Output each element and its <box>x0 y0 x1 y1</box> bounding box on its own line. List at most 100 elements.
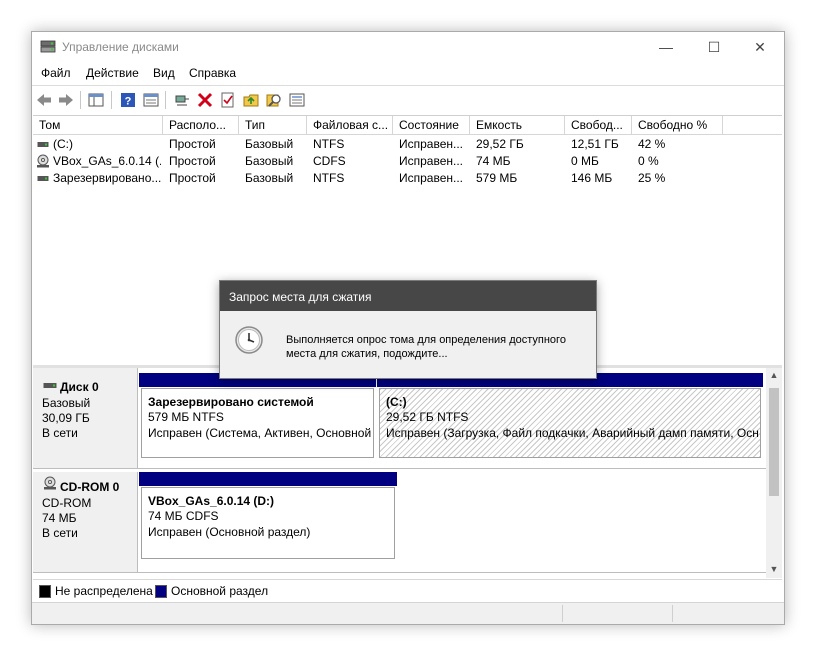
title-bar[interactable]: Управление дисками — ☐ ✕ <box>32 32 784 62</box>
cell-status: Исправен... <box>399 154 464 168</box>
legend-swatch-unallocated <box>39 585 51 598</box>
open-folder-icon[interactable] <box>243 92 259 108</box>
disk-label-cdrom-0[interactable]: CD-ROM 0 CD-ROM 74 МБ В сети <box>33 472 138 572</box>
close-button[interactable]: ✕ <box>738 36 782 58</box>
svg-text:?: ? <box>125 96 132 108</box>
status-divider <box>562 605 563 622</box>
partition-status: Исправен (Загрузка, Файл подкачки, Авари… <box>386 426 759 440</box>
partition-name: Зарезервировано системой <box>148 395 314 409</box>
status-bar <box>32 602 784 624</box>
partition-box-selected: (C:) 29,52 ГБ NTFS Исправен (Загрузка, Ф… <box>379 388 761 458</box>
toolbar: ? <box>32 85 784 114</box>
menu-action[interactable]: Действие <box>86 66 139 80</box>
disk-type: Базовый <box>42 396 91 410</box>
column-header-type[interactable]: Тип <box>239 116 307 135</box>
console-tree-icon[interactable] <box>88 92 104 108</box>
drive-icon <box>37 142 49 147</box>
shrink-query-dialog: Запрос места для сжатия Выполняется опро… <box>219 280 597 379</box>
cell-capacity: 579 МБ <box>476 171 518 185</box>
scroll-down-icon[interactable]: ▼ <box>769 564 779 574</box>
help-icon[interactable]: ? <box>120 92 136 108</box>
column-header-capacity[interactable]: Емкость <box>470 116 565 135</box>
table-row[interactable]: Зарезервировано... Простой Базовый NTFS … <box>33 170 782 187</box>
cell-type: Базовый <box>245 137 294 151</box>
cell-volume: (C:) <box>53 137 73 151</box>
disk-management-app-icon <box>40 40 56 53</box>
cd-drive-icon <box>44 476 56 490</box>
disk-row-disk-0: Диск 0 Базовый 30,09 ГБ В сети Зарезерви… <box>33 368 766 469</box>
legend-label-unallocated: Не распределена <box>55 584 153 598</box>
disk-label-disk-0[interactable]: Диск 0 Базовый 30,09 ГБ В сети <box>33 368 138 468</box>
cell-free-percent: 25 % <box>638 171 666 185</box>
delete-icon[interactable] <box>197 92 213 108</box>
legend-label-primary: Основной раздел <box>171 584 269 598</box>
cell-filesystem: CDFS <box>313 154 346 168</box>
partition-size-fs: 29,52 ГБ NTFS <box>386 410 469 424</box>
partition-status: Исправен (Основной раздел) <box>148 525 311 539</box>
cell-volume: VBox_GAs_6.0.14 (... <box>53 154 161 168</box>
cell-layout: Простой <box>169 137 216 151</box>
disk-status: В сети <box>42 426 78 440</box>
partition-name: (C:) <box>386 395 407 409</box>
window-title: Управление дисками <box>62 40 179 54</box>
disk-size: 30,09 ГБ <box>42 411 90 425</box>
cell-volume: Зарезервировано... <box>53 171 161 185</box>
menu-file[interactable]: Файл <box>41 66 71 80</box>
properties-icon[interactable] <box>143 92 159 108</box>
partition-box: Зарезервировано системой 579 МБ NTFS Исп… <box>141 388 374 458</box>
table-row[interactable]: (C:) Простой Базовый NTFS Исправен... 29… <box>33 136 782 153</box>
disk-name: Диск 0 <box>60 380 99 394</box>
drive-icon <box>37 176 49 181</box>
toolbar-separator <box>165 91 166 109</box>
dialog-title-bar[interactable]: Запрос места для сжатия <box>220 281 596 311</box>
cell-capacity: 29,52 ГБ <box>476 137 524 151</box>
forward-icon[interactable] <box>58 92 74 108</box>
disk-size: 74 МБ <box>42 511 77 525</box>
partition-size-fs: 579 МБ NTFS <box>148 410 224 424</box>
column-header-status[interactable]: Состояние <box>393 116 470 135</box>
menu-help[interactable]: Справка <box>189 66 236 80</box>
column-header-filesystem[interactable]: Файловая с... <box>307 116 393 135</box>
table-row[interactable]: VBox_GAs_6.0.14 (... Простой Базовый CDF… <box>33 153 782 170</box>
cell-type: Базовый <box>245 154 294 168</box>
cell-free-percent: 0 % <box>638 154 659 168</box>
list-icon[interactable] <box>289 92 305 108</box>
cell-layout: Простой <box>169 171 216 185</box>
toolbar-separator <box>111 91 112 109</box>
disk-map: Диск 0 Базовый 30,09 ГБ В сети Зарезерви… <box>33 368 782 578</box>
cell-filesystem: NTFS <box>313 137 345 151</box>
cell-filesystem: NTFS <box>313 171 345 185</box>
dialog-title: Запрос места для сжатия <box>229 290 372 304</box>
column-header-layout[interactable]: Располо... <box>163 116 239 135</box>
minimize-button[interactable]: — <box>644 36 688 58</box>
cell-free: 0 МБ <box>571 154 599 168</box>
toolbar-separator <box>80 91 81 109</box>
disk-row-cdrom-0: CD-ROM 0 CD-ROM 74 МБ В сети VBox_GAs_6.… <box>33 472 766 573</box>
partition-system-reserved[interactable]: Зарезервировано системой 579 МБ NTFS Исп… <box>139 373 376 461</box>
maximize-button[interactable]: ☐ <box>692 36 736 58</box>
partition-vbox-d[interactable]: VBox_GAs_6.0.14 (D:) 74 МБ CDFS Исправен… <box>139 472 397 562</box>
legend: Не распределена Основной раздел <box>33 579 782 602</box>
search-icon[interactable] <box>266 92 282 108</box>
dialog-message: Выполняется опрос тома для определения д… <box>286 334 566 360</box>
scroll-up-icon[interactable]: ▲ <box>769 370 779 380</box>
disk-map-scrollbar[interactable]: ▲ ▼ <box>766 368 782 578</box>
cd-drive-icon <box>37 154 49 168</box>
connect-icon[interactable] <box>174 92 190 108</box>
partition-c[interactable]: (C:) 29,52 ГБ NTFS Исправен (Загрузка, Ф… <box>377 373 763 461</box>
menu-view[interactable]: Вид <box>153 66 175 80</box>
checklist-icon[interactable] <box>220 92 236 108</box>
back-icon[interactable] <box>36 92 52 108</box>
column-header-free-percent[interactable]: Свободно % <box>632 116 723 135</box>
partition-size-fs: 74 МБ CDFS <box>148 509 219 523</box>
column-header-volume[interactable]: Том <box>33 116 163 135</box>
cell-type: Базовый <box>245 171 294 185</box>
status-divider <box>672 605 673 622</box>
disk-type: CD-ROM <box>42 496 92 510</box>
disk-name: CD-ROM 0 <box>60 480 120 494</box>
partition-header-bar <box>139 472 397 486</box>
scrollbar-thumb[interactable] <box>769 388 779 496</box>
cell-capacity: 74 МБ <box>476 154 511 168</box>
column-header-free[interactable]: Свобод... <box>565 116 632 135</box>
drive-icon <box>43 383 57 388</box>
